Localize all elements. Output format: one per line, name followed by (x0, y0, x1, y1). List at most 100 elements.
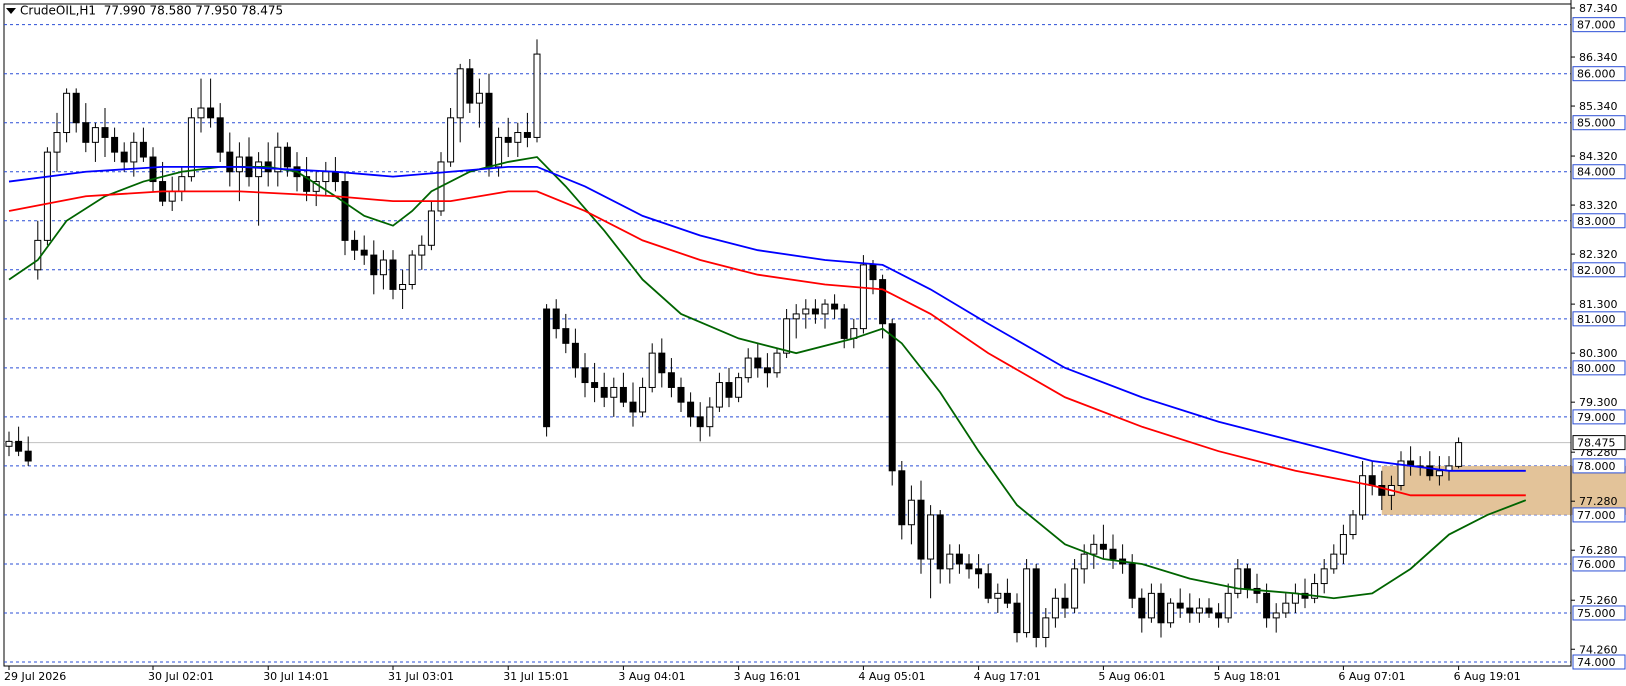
candle-body[interactable] (341, 181, 349, 241)
candle-body[interactable] (543, 308, 551, 428)
candle-body[interactable] (485, 92, 493, 168)
candle-body[interactable] (1215, 612, 1223, 619)
candle-body[interactable] (399, 284, 407, 290)
candle-body[interactable] (946, 553, 954, 570)
candle-body[interactable] (101, 127, 109, 138)
candle-body[interactable] (658, 352, 666, 374)
candle-body[interactable] (475, 92, 483, 104)
candle-body[interactable] (63, 92, 71, 134)
candle-body[interactable] (879, 279, 887, 325)
candle-body[interactable] (639, 386, 647, 413)
candle-body[interactable] (360, 249, 368, 256)
candle-body[interactable] (72, 92, 80, 124)
chart-window[interactable]: 87.340 86.340 85.340 84.320 83.320 82.320 81.3… (0, 0, 1626, 686)
candle-body[interactable] (34, 239, 42, 271)
candle-body[interactable] (792, 313, 800, 320)
candle-body[interactable] (235, 156, 243, 173)
candle-body[interactable] (389, 259, 397, 290)
candle-body[interactable] (994, 592, 1002, 599)
candle-body[interactable] (178, 176, 186, 192)
candle-body[interactable] (1128, 563, 1136, 599)
moving-average-line[interactable] (8, 190, 1526, 497)
candle-body[interactable] (591, 382, 599, 388)
candle-body[interactable] (1282, 602, 1290, 614)
candle-body[interactable] (43, 151, 51, 241)
candle-body[interactable] (447, 117, 455, 163)
candle-body[interactable] (984, 573, 992, 599)
candle-body[interactable] (927, 514, 935, 560)
candle-body[interactable] (955, 553, 963, 565)
candle-body[interactable] (562, 328, 570, 344)
candle-body[interactable] (1013, 602, 1021, 634)
candle-body[interactable] (120, 151, 128, 163)
candle-body[interactable] (936, 514, 944, 570)
candle-body[interactable] (187, 117, 195, 178)
candle-body[interactable] (1263, 592, 1271, 619)
candle-body[interactable] (783, 318, 791, 354)
candle-body[interactable] (139, 141, 147, 158)
candle-body[interactable] (216, 117, 224, 153)
candle-body[interactable] (91, 127, 99, 143)
candle-body[interactable] (1455, 442, 1463, 467)
candle-body[interactable] (869, 264, 877, 281)
candle-body[interactable] (255, 161, 263, 178)
candle-body[interactable] (773, 352, 781, 374)
candle-body[interactable] (379, 259, 387, 276)
candle-body[interactable] (1042, 617, 1050, 638)
candle-body[interactable] (1080, 553, 1088, 570)
candle-body[interactable] (831, 303, 839, 310)
candle-body[interactable] (370, 254, 378, 276)
candle-body[interactable] (495, 136, 503, 168)
candle-body[interactable] (667, 372, 675, 388)
candle-body[interactable] (1167, 602, 1175, 624)
candle-body[interactable] (811, 308, 819, 315)
candle-body[interactable] (600, 386, 608, 398)
candle-body[interactable] (1435, 470, 1443, 477)
candle-body[interactable] (821, 303, 829, 315)
candle-body[interactable] (677, 386, 685, 403)
candle-body[interactable] (523, 132, 531, 138)
price-chart[interactable]: 87.340 86.340 85.340 84.320 83.320 82.320 81.3… (0, 0, 1626, 686)
candle-body[interactable] (1071, 568, 1079, 609)
candle-body[interactable] (1176, 602, 1184, 609)
candle-body[interactable] (322, 171, 330, 183)
candle-body[interactable] (283, 146, 291, 168)
candle-body[interactable] (917, 499, 925, 560)
candle-body[interactable] (735, 377, 743, 398)
candle-body[interactable] (197, 107, 205, 119)
candle-body[interactable] (687, 401, 695, 418)
candle-body[interactable] (418, 244, 426, 256)
candle-body[interactable] (975, 568, 983, 575)
candle-body[interactable] (1147, 592, 1155, 619)
candle-body[interactable] (1023, 568, 1031, 634)
candle-body[interactable] (130, 141, 138, 163)
candle-body[interactable] (1051, 597, 1059, 619)
candle-body[interactable] (1061, 597, 1069, 609)
candle-body[interactable] (53, 132, 61, 153)
candle-body[interactable] (754, 357, 762, 369)
candle-body[interactable] (1224, 592, 1232, 619)
candle-body[interactable] (111, 136, 119, 153)
candle-body[interactable] (226, 151, 234, 173)
candle-body[interactable] (533, 53, 541, 138)
candle-body[interactable] (610, 386, 618, 398)
candle-body[interactable] (715, 382, 723, 408)
candle-body[interactable] (514, 132, 522, 143)
candle-body[interactable] (427, 210, 435, 246)
candle-body[interactable] (744, 357, 752, 379)
candle-body[interactable] (1032, 568, 1040, 638)
candle-body[interactable] (898, 470, 906, 526)
candle-body[interactable] (552, 308, 560, 330)
candle-body[interactable] (1234, 568, 1242, 594)
candle-body[interactable] (207, 107, 215, 119)
candle-body[interactable] (629, 401, 637, 413)
candle-body[interactable] (840, 308, 848, 339)
candle-body[interactable] (504, 136, 512, 143)
candle-body[interactable] (1368, 475, 1376, 487)
candle-body[interactable] (1359, 475, 1367, 516)
candle-body[interactable] (24, 450, 32, 462)
candle-body[interactable] (859, 264, 867, 330)
candle-body[interactable] (5, 440, 13, 447)
candle-body[interactable] (82, 122, 90, 143)
candle-body[interactable] (1138, 597, 1146, 619)
